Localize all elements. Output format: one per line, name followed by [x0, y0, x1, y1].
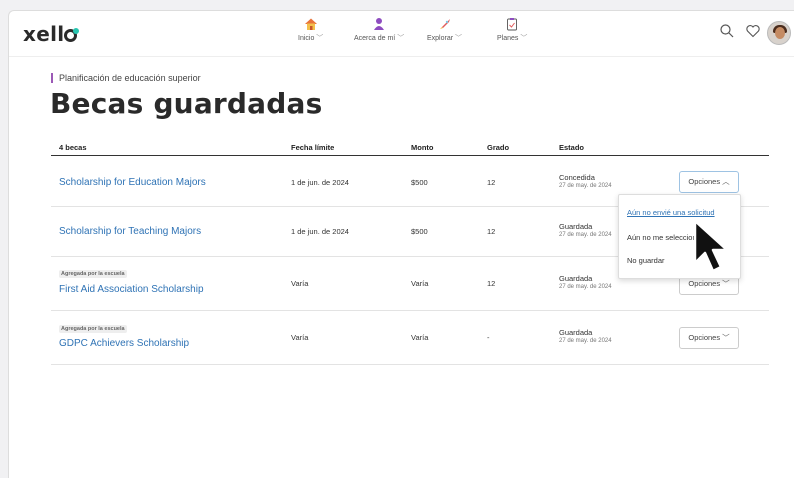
status-text: Guardada — [559, 274, 593, 283]
scholarship-link[interactable]: Scholarship for Education Majors — [59, 177, 206, 188]
cursor-icon — [693, 219, 729, 273]
xello-logo[interactable]: xell — [23, 22, 80, 46]
app-window: xell Inicio ﹀ Acerca de mí ﹀ Explorar ﹀ — [8, 10, 794, 478]
options-button[interactable]: Opciones ︿ — [679, 171, 739, 193]
person-icon — [374, 18, 385, 30]
amount-value: Varía — [411, 279, 429, 288]
table-row: Agregada por la escuela GDPC Achievers S… — [51, 311, 769, 365]
deadline-value: Varía — [291, 333, 309, 342]
chevron-down-icon: ﹀ — [316, 35, 324, 42]
column-header-amount[interactable]: Monto — [411, 143, 434, 152]
amount-value: $500 — [411, 178, 428, 187]
deadline-value: 1 de jun. de 2024 — [291, 178, 349, 187]
avatar[interactable] — [767, 21, 791, 45]
amount-value: $500 — [411, 227, 428, 236]
chevron-down-icon: ﹀ — [520, 35, 528, 42]
top-navigation: xell Inicio ﹀ Acerca de mí ﹀ Explorar ﹀ — [9, 11, 794, 57]
deadline-value: 1 de jun. de 2024 — [291, 227, 349, 236]
nav-item-acerca[interactable]: Acerca de mí ﹀ — [354, 17, 404, 43]
chevron-down-icon: ﹀ — [455, 35, 463, 42]
nav-item-planes[interactable]: Planes ﹀ — [497, 17, 527, 43]
status-date: 27 de may. de 2024 — [559, 338, 612, 344]
table-header: 4 becas Fecha límite Monto Grado Estado — [51, 139, 769, 156]
status-text: Guardada — [559, 328, 593, 337]
scholarship-link[interactable]: Scholarship for Teaching Majors — [59, 226, 201, 237]
breadcrumb: Planificación de educación superior — [51, 73, 201, 83]
column-header-grade[interactable]: Grado — [487, 143, 509, 152]
scholarship-count: 4 becas — [59, 143, 87, 152]
grade-value: 12 — [487, 178, 496, 187]
status-date: 27 de may. de 2024 — [559, 232, 612, 238]
nav-item-inicio[interactable]: Inicio ﹀ — [298, 17, 323, 43]
scholarship-link[interactable]: GDPC Achievers Scholarship — [59, 338, 189, 349]
chevron-up-icon: ︿ — [722, 177, 730, 186]
deadline-value: Varía — [291, 279, 309, 288]
column-header-status[interactable]: Estado — [559, 143, 584, 152]
clipboard-icon — [507, 18, 518, 31]
menu-item-unsave[interactable]: No guardar — [627, 256, 665, 265]
chevron-down-icon: ﹀ — [397, 35, 405, 42]
nav-item-explorar[interactable]: Explorar ﹀ — [427, 17, 462, 43]
grade-value: 12 — [487, 227, 496, 236]
scholarship-link[interactable]: First Aid Association Scholarship — [59, 284, 204, 295]
column-header-deadline[interactable]: Fecha límite — [291, 143, 334, 152]
grade-value: 12 — [487, 279, 496, 288]
school-added-badge: Agregada por la escuela — [59, 270, 127, 278]
status-text: Guardada — [559, 222, 593, 231]
rocket-icon — [439, 19, 450, 29]
search-icon[interactable] — [719, 23, 735, 39]
options-button[interactable]: Opciones ﹀ — [679, 327, 739, 349]
chevron-down-icon: ﹀ — [722, 279, 730, 288]
status-date: 27 de may. de 2024 — [559, 183, 612, 189]
status-text: Concedida — [559, 173, 595, 182]
school-added-badge: Agregada por la escuela — [59, 325, 127, 333]
amount-value: Varía — [411, 333, 429, 342]
chevron-down-icon: ﹀ — [722, 333, 730, 342]
house-icon — [304, 18, 317, 30]
menu-item-not-applied[interactable]: Aún no envié una solicitud — [627, 208, 715, 217]
heart-icon[interactable] — [745, 23, 761, 39]
page-title: Becas guardadas — [50, 87, 323, 120]
grade-value: - — [487, 333, 490, 342]
status-date: 27 de may. de 2024 — [559, 284, 612, 290]
